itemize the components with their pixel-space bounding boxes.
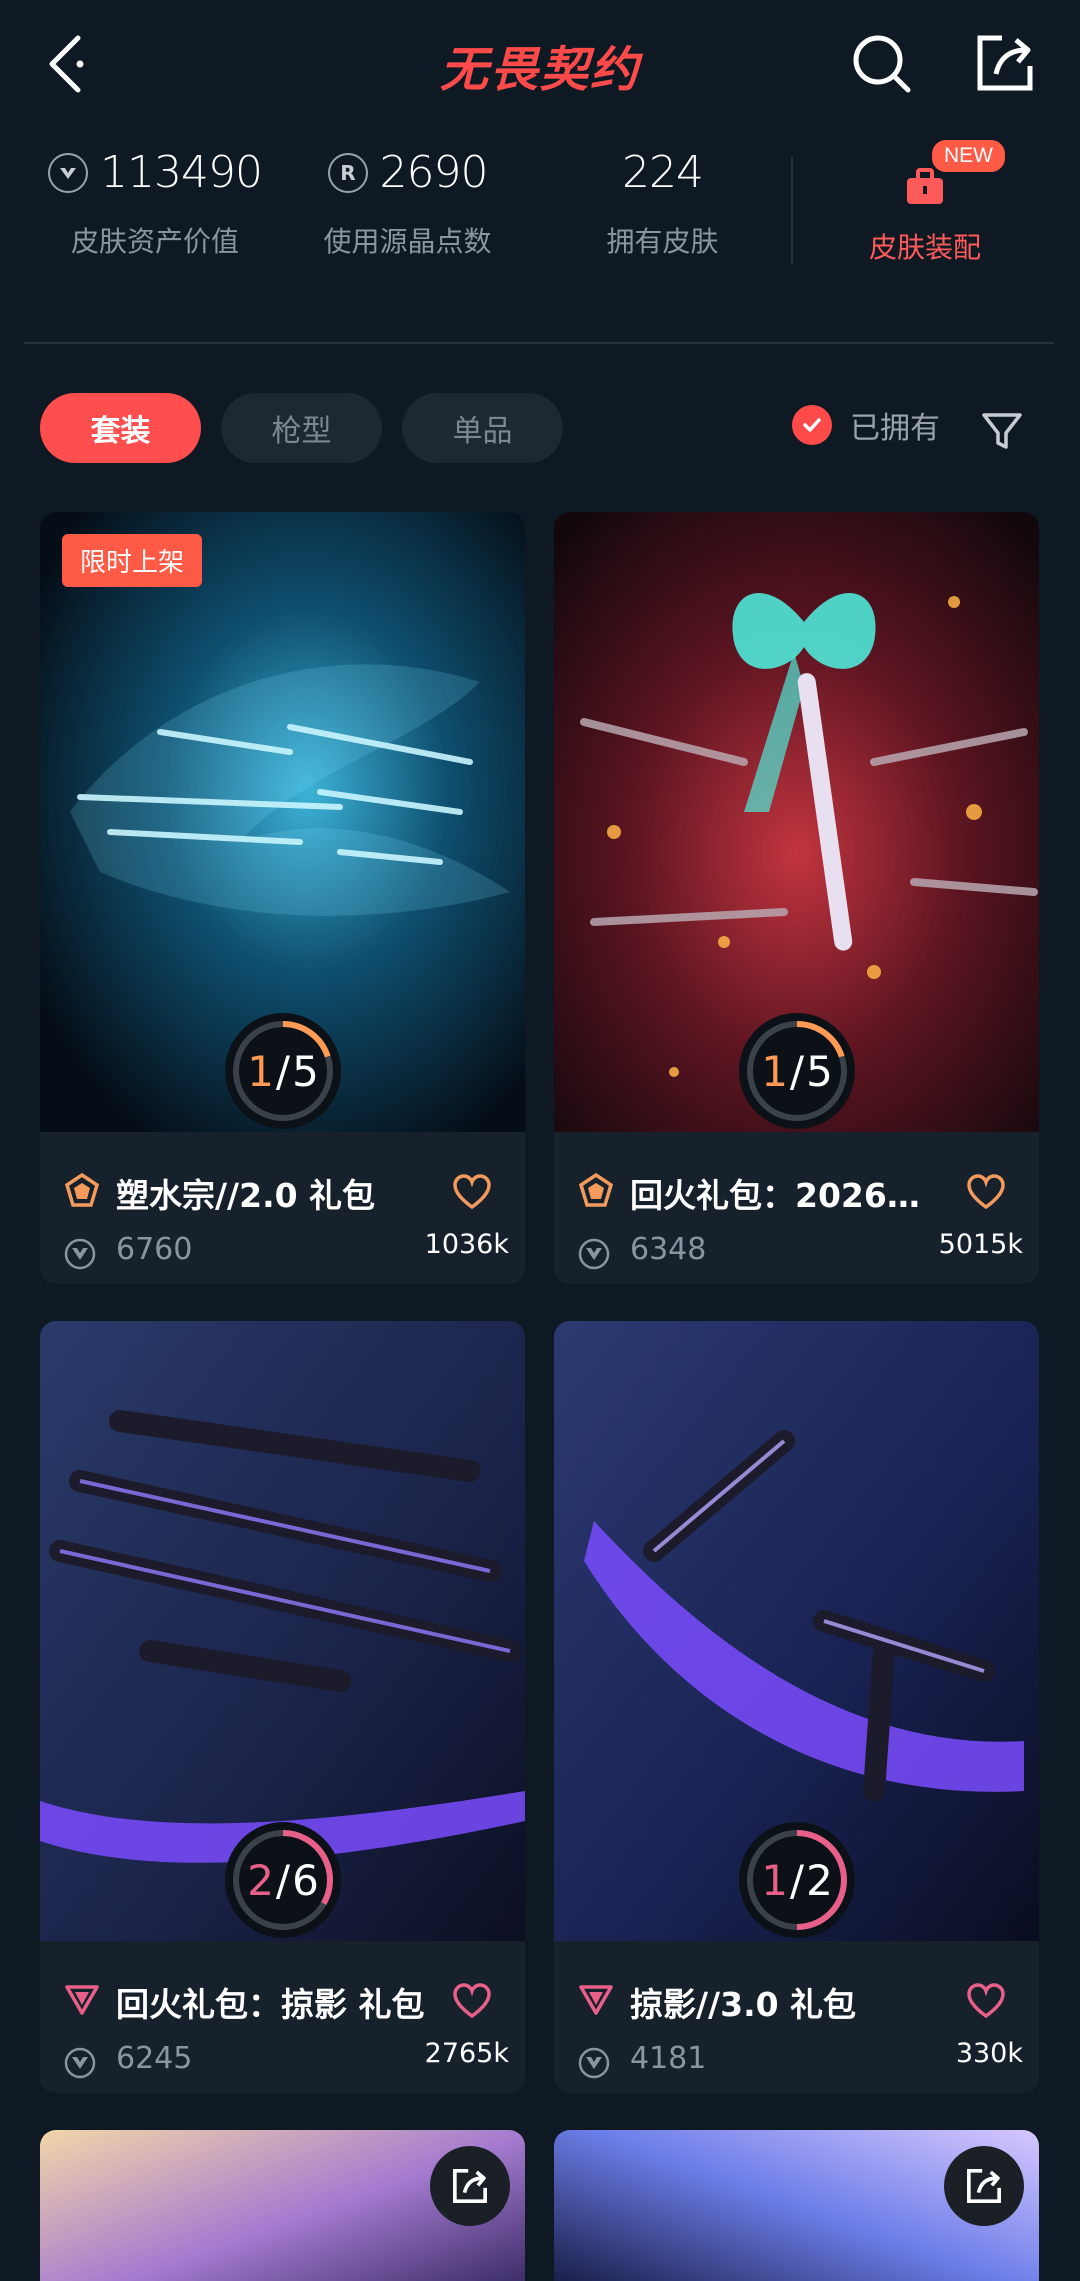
stat-asset-value: 113490 皮肤资产价值 <box>40 140 270 260</box>
bundle-price: 6760 <box>116 1232 193 1267</box>
new-badge: NEW <box>930 138 1007 174</box>
bundle-name: 塑水宗//2.0 礼包 <box>116 1176 376 1215</box>
check-icon <box>792 405 832 445</box>
stat-label: 使用源晶点数 <box>323 225 492 258</box>
share-icon <box>453 2169 487 2203</box>
rarity-icon <box>64 1172 100 1207</box>
owned-count: 1/5 <box>247 1046 319 1096</box>
bundle-card[interactable]: 1/2 掠影//3.0 礼包 4181 330k <box>554 1321 1039 2093</box>
like-count: 330k <box>955 2038 1023 2069</box>
owned-count: 1/5 <box>761 1046 833 1096</box>
divider <box>791 157 793 265</box>
valorant-points-icon <box>578 1238 610 1270</box>
tab-single-item[interactable]: 单品 <box>402 393 563 463</box>
divider <box>24 342 1054 344</box>
bundle-card[interactable]: 限时上架 1/5 塑水宗//2.0 礼包 6760 1036k <box>40 512 525 1284</box>
share-button[interactable] <box>944 2146 1024 2226</box>
app-header: 无畏契约 <box>0 0 1080 128</box>
heart-icon[interactable] <box>452 1174 492 1210</box>
loadout-label: 皮肤装配 <box>868 231 981 264</box>
valorant-points-icon <box>578 2047 610 2079</box>
like-count: 2765k <box>424 2038 509 2069</box>
limited-time-tag: 限时上架 <box>62 534 203 587</box>
rarity-icon <box>579 1985 613 2015</box>
stat-value: 113490 <box>100 147 263 198</box>
like-count: 5015k <box>938 1229 1023 1260</box>
bundle-name: 掠影//3.0 礼包 <box>630 1985 857 2024</box>
owned-toggle[interactable]: 已拥有 <box>792 403 940 447</box>
owned-count: 1/2 <box>761 1855 833 1905</box>
heart-icon[interactable] <box>966 1174 1006 1210</box>
bundle-price: 6245 <box>116 2041 193 2076</box>
heart-icon[interactable] <box>452 1983 492 2019</box>
filter-bar: 套装 枪型 单品 已拥有 <box>0 393 1080 465</box>
search-icon[interactable] <box>850 32 914 96</box>
stat-radianite: R 2690 使用源晶点数 <box>300 140 515 260</box>
bundle-price: 6348 <box>630 1232 707 1267</box>
stat-label: 拥有皮肤 <box>606 225 719 258</box>
share-button[interactable] <box>430 2146 510 2226</box>
valorant-points-icon <box>64 2047 96 2079</box>
tab-weapon-type[interactable]: 枪型 <box>221 393 382 463</box>
heart-icon[interactable] <box>966 1983 1006 2019</box>
tab-bundle[interactable]: 套装 <box>40 393 201 463</box>
bundle-price: 4181 <box>630 2041 707 2076</box>
radianite-icon: R <box>327 153 368 193</box>
owned-label: 已拥有 <box>850 411 940 446</box>
bundle-card[interactable]: 1/5 回火礼包：2026春节 6348 5015k <box>554 512 1039 1284</box>
rarity-icon <box>578 1172 614 1207</box>
stat-value: 2690 <box>379 147 489 198</box>
bundle-card[interactable]: 2/6 回火礼包：掠影 礼包 6245 2765k <box>40 1321 525 2093</box>
share-icon <box>967 2169 1001 2203</box>
stat-owned-skins: 224 拥有皮肤 <box>570 140 755 260</box>
owned-count: 2/6 <box>247 1855 319 1905</box>
bundle-name: 回火礼包：掠影 礼包 <box>116 1985 425 2024</box>
stat-label: 皮肤资产价值 <box>70 225 239 258</box>
stat-value: 224 <box>622 147 704 198</box>
page-title: 无畏契约 <box>439 44 640 97</box>
valorant-points-icon <box>64 1238 96 1270</box>
bundle-name: 回火礼包：2026春节 <box>630 1176 930 1215</box>
like-count: 1036k <box>424 1229 509 1260</box>
share-icon[interactable] <box>972 30 1038 96</box>
filter-icon[interactable] <box>980 409 1024 453</box>
rarity-icon <box>65 1985 99 2015</box>
valorant-points-icon <box>48 153 89 193</box>
